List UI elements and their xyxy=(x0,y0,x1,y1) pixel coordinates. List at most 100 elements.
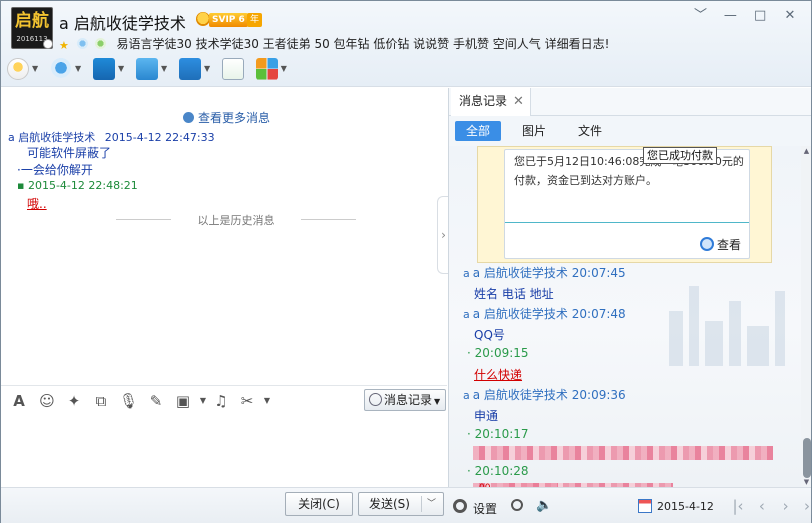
qzone-icon[interactable] xyxy=(94,38,106,49)
message-time: 20:10:28 xyxy=(474,464,529,478)
chevron-down-icon[interactable]: ▼ xyxy=(75,56,81,82)
chevron-down-icon[interactable]: ▼ xyxy=(194,392,212,410)
message-text-content: 一会给你解开 xyxy=(20,163,93,177)
tab-message-record[interactable]: 消息记录 ✕ xyxy=(451,88,531,116)
message-record-button[interactable]: 消息记录 ▼ xyxy=(364,389,446,411)
vip-year-badge[interactable]: 年 xyxy=(247,13,263,27)
history-message-text: 申通 xyxy=(474,409,499,423)
search-icon xyxy=(700,237,714,251)
scroll-down-icon[interactable]: ▼ xyxy=(801,477,811,487)
scroll-up-icon[interactable]: ▲ xyxy=(801,146,811,156)
history-message-time: · 20:09:15 xyxy=(467,346,529,360)
first-page-icon[interactable]: |‹ xyxy=(728,497,748,515)
tooltip: 您已成功付款 xyxy=(643,147,717,164)
history-messages[interactable]: 您已于5月12日10:46:08完成一笔300.00元的付款，资金已到达对方账户… xyxy=(449,146,809,487)
chevron-down-icon[interactable]: ﹀ xyxy=(427,493,436,515)
view-button[interactable]: 查看 xyxy=(700,236,741,253)
message-input[interactable] xyxy=(1,415,447,487)
video-call-button[interactable]: ▼ xyxy=(49,56,81,82)
filter-all-button[interactable]: 全部 xyxy=(455,121,501,141)
history-message-header: aa 启航收徒学技术 20:07:48 xyxy=(463,305,626,322)
previous-page-icon[interactable]: ‹ xyxy=(752,497,772,515)
censored-message xyxy=(473,446,773,460)
folder-icon xyxy=(135,58,158,80)
font-icon[interactable]: A xyxy=(10,392,28,410)
gear-icon[interactable] xyxy=(453,499,467,513)
calendar-icon[interactable] xyxy=(638,499,652,513)
message-bullet-icon: a xyxy=(463,389,470,402)
voice-call-button[interactable]: ▼ xyxy=(7,56,38,82)
vip-face-icon xyxy=(196,12,210,26)
image-icon[interactable]: ▣ xyxy=(174,392,192,410)
main-toolbar: ▼ ▼ ▼ ▼ ▼ ▼ xyxy=(7,56,295,82)
chevron-down-icon[interactable]: ▼ xyxy=(118,56,124,82)
scroll-thumb[interactable] xyxy=(803,438,811,478)
menu-chevron-icon[interactable]: ﹀ xyxy=(688,7,714,25)
chevron-down-icon[interactable]: ▼ xyxy=(161,56,167,82)
divider xyxy=(505,222,749,223)
emoji-icon[interactable]: ☺ xyxy=(38,392,56,410)
chevron-down-icon[interactable]: ▼ xyxy=(281,56,287,82)
send-button[interactable]: 发送(S) ﹀ xyxy=(358,492,444,516)
magic-wand-icon[interactable]: ✦ xyxy=(65,392,83,410)
history-message-text: 姓名 电话 地址 xyxy=(474,287,554,301)
remote-desktop-button[interactable]: ▼ xyxy=(178,56,210,82)
vip-badge[interactable]: SVIP 6 xyxy=(209,13,248,27)
view-label: 查看 xyxy=(717,238,742,252)
online-status-icon xyxy=(43,39,53,49)
maximize-button[interactable]: □ xyxy=(747,7,773,25)
history-message-header: aa 启航收徒学技术 20:07:45 xyxy=(463,264,626,281)
close-window-button[interactable]: ✕ xyxy=(777,7,803,25)
chevron-down-icon[interactable]: ▼ xyxy=(258,392,276,410)
share-screen-button[interactable]: ▼ xyxy=(92,56,124,82)
message-history-panel: 消息记录 ✕ 全部 图片 文件 您已于5月12日10:46:08完成一笔300.… xyxy=(448,88,811,487)
history-date[interactable]: 2015-4-12 xyxy=(657,500,714,513)
chat-message-area[interactable]: 查看更多消息 a 启航收徒学技术 2015-4-12 22:47:33 可能软件… xyxy=(1,88,447,385)
close-icon[interactable]: ✕ xyxy=(513,88,524,115)
message-text: 可能软件屏蔽了 xyxy=(27,146,112,160)
discussion-button[interactable] xyxy=(221,56,244,82)
payment-notice[interactable]: 您已于5月12日10:46:08完成一笔300.00元的付款，资金已到达对方账户… xyxy=(504,149,750,259)
history-message-text: 什么快递 xyxy=(474,368,523,382)
input-toolbar: A ☺ ✦ ⧉ 🎙 ✎ ▣ ▼ ♫ ✂ ▼ 消息记录 ▼ xyxy=(1,385,447,415)
speaker-icon[interactable]: 🔈 xyxy=(536,499,552,513)
message-time-text: 2015-4-12 22:48:21 xyxy=(27,179,138,192)
history-scrollbar[interactable]: ▲ ▼ xyxy=(801,146,811,487)
star-icon[interactable]: ★ xyxy=(59,40,70,51)
contact-name[interactable]: a 启航收徒学技术 xyxy=(59,10,186,34)
avatar-text: 启航 xyxy=(15,11,49,31)
chevron-down-icon[interactable]: ▼ xyxy=(204,56,210,82)
apps-button[interactable]: ▼ xyxy=(255,56,287,82)
sender-name[interactable]: a 启航收徒学技术 xyxy=(473,307,568,321)
history-message-time: · 20:10:17 xyxy=(467,427,529,441)
sender-name[interactable]: a 启航收徒学技术 xyxy=(473,388,568,402)
camera-icon xyxy=(49,58,72,80)
music-icon[interactable]: ♫ xyxy=(212,392,230,410)
signature-text: 易语言学徒30 技术学徒30 王者徒弟 50 包年钻 低价钻 说说赞 手机赞 空… xyxy=(116,37,610,51)
clock-icon xyxy=(183,112,194,123)
history-message-text: QQ号 xyxy=(474,328,505,342)
voice-message-icon[interactable]: 🎙 xyxy=(119,392,138,410)
minimize-button[interactable]: — xyxy=(717,7,743,25)
sender-name[interactable]: a 启航收徒学技术 xyxy=(8,131,95,144)
title-bar: 启航 2016113 a 启航收徒学技术 SVIP 6 年 ★ 易语言学徒30 … xyxy=(1,1,811,87)
screenshot-scissors-icon[interactable]: ✂ xyxy=(238,392,256,410)
message-add-icon xyxy=(221,58,244,80)
send-file-button[interactable]: ▼ xyxy=(135,56,167,82)
next-page-icon[interactable]: › xyxy=(776,497,796,515)
message-time: 20:07:48 xyxy=(571,307,626,321)
settings-button[interactable]: 设置 xyxy=(473,500,497,517)
close-button[interactable]: 关闭(C) xyxy=(285,492,353,516)
chevron-down-icon[interactable]: ▼ xyxy=(32,56,38,82)
filter-images-button[interactable]: 图片 xyxy=(513,121,555,141)
weather-icon[interactable] xyxy=(76,38,88,49)
shake-window-icon[interactable]: ⧉ xyxy=(92,392,110,410)
filter-files-button[interactable]: 文件 xyxy=(569,121,611,141)
search-icon[interactable] xyxy=(511,499,523,511)
more-messages-link[interactable]: 查看更多消息 xyxy=(183,109,270,126)
sender-name[interactable]: a 启航收徒学技术 xyxy=(473,266,568,280)
edit-icon[interactable]: ✎ xyxy=(147,392,165,410)
history-filter-bar: 全部 图片 文件 xyxy=(449,116,811,146)
last-page-icon[interactable]: ›| xyxy=(799,497,812,515)
tab-label: 消息记录 xyxy=(459,94,508,108)
